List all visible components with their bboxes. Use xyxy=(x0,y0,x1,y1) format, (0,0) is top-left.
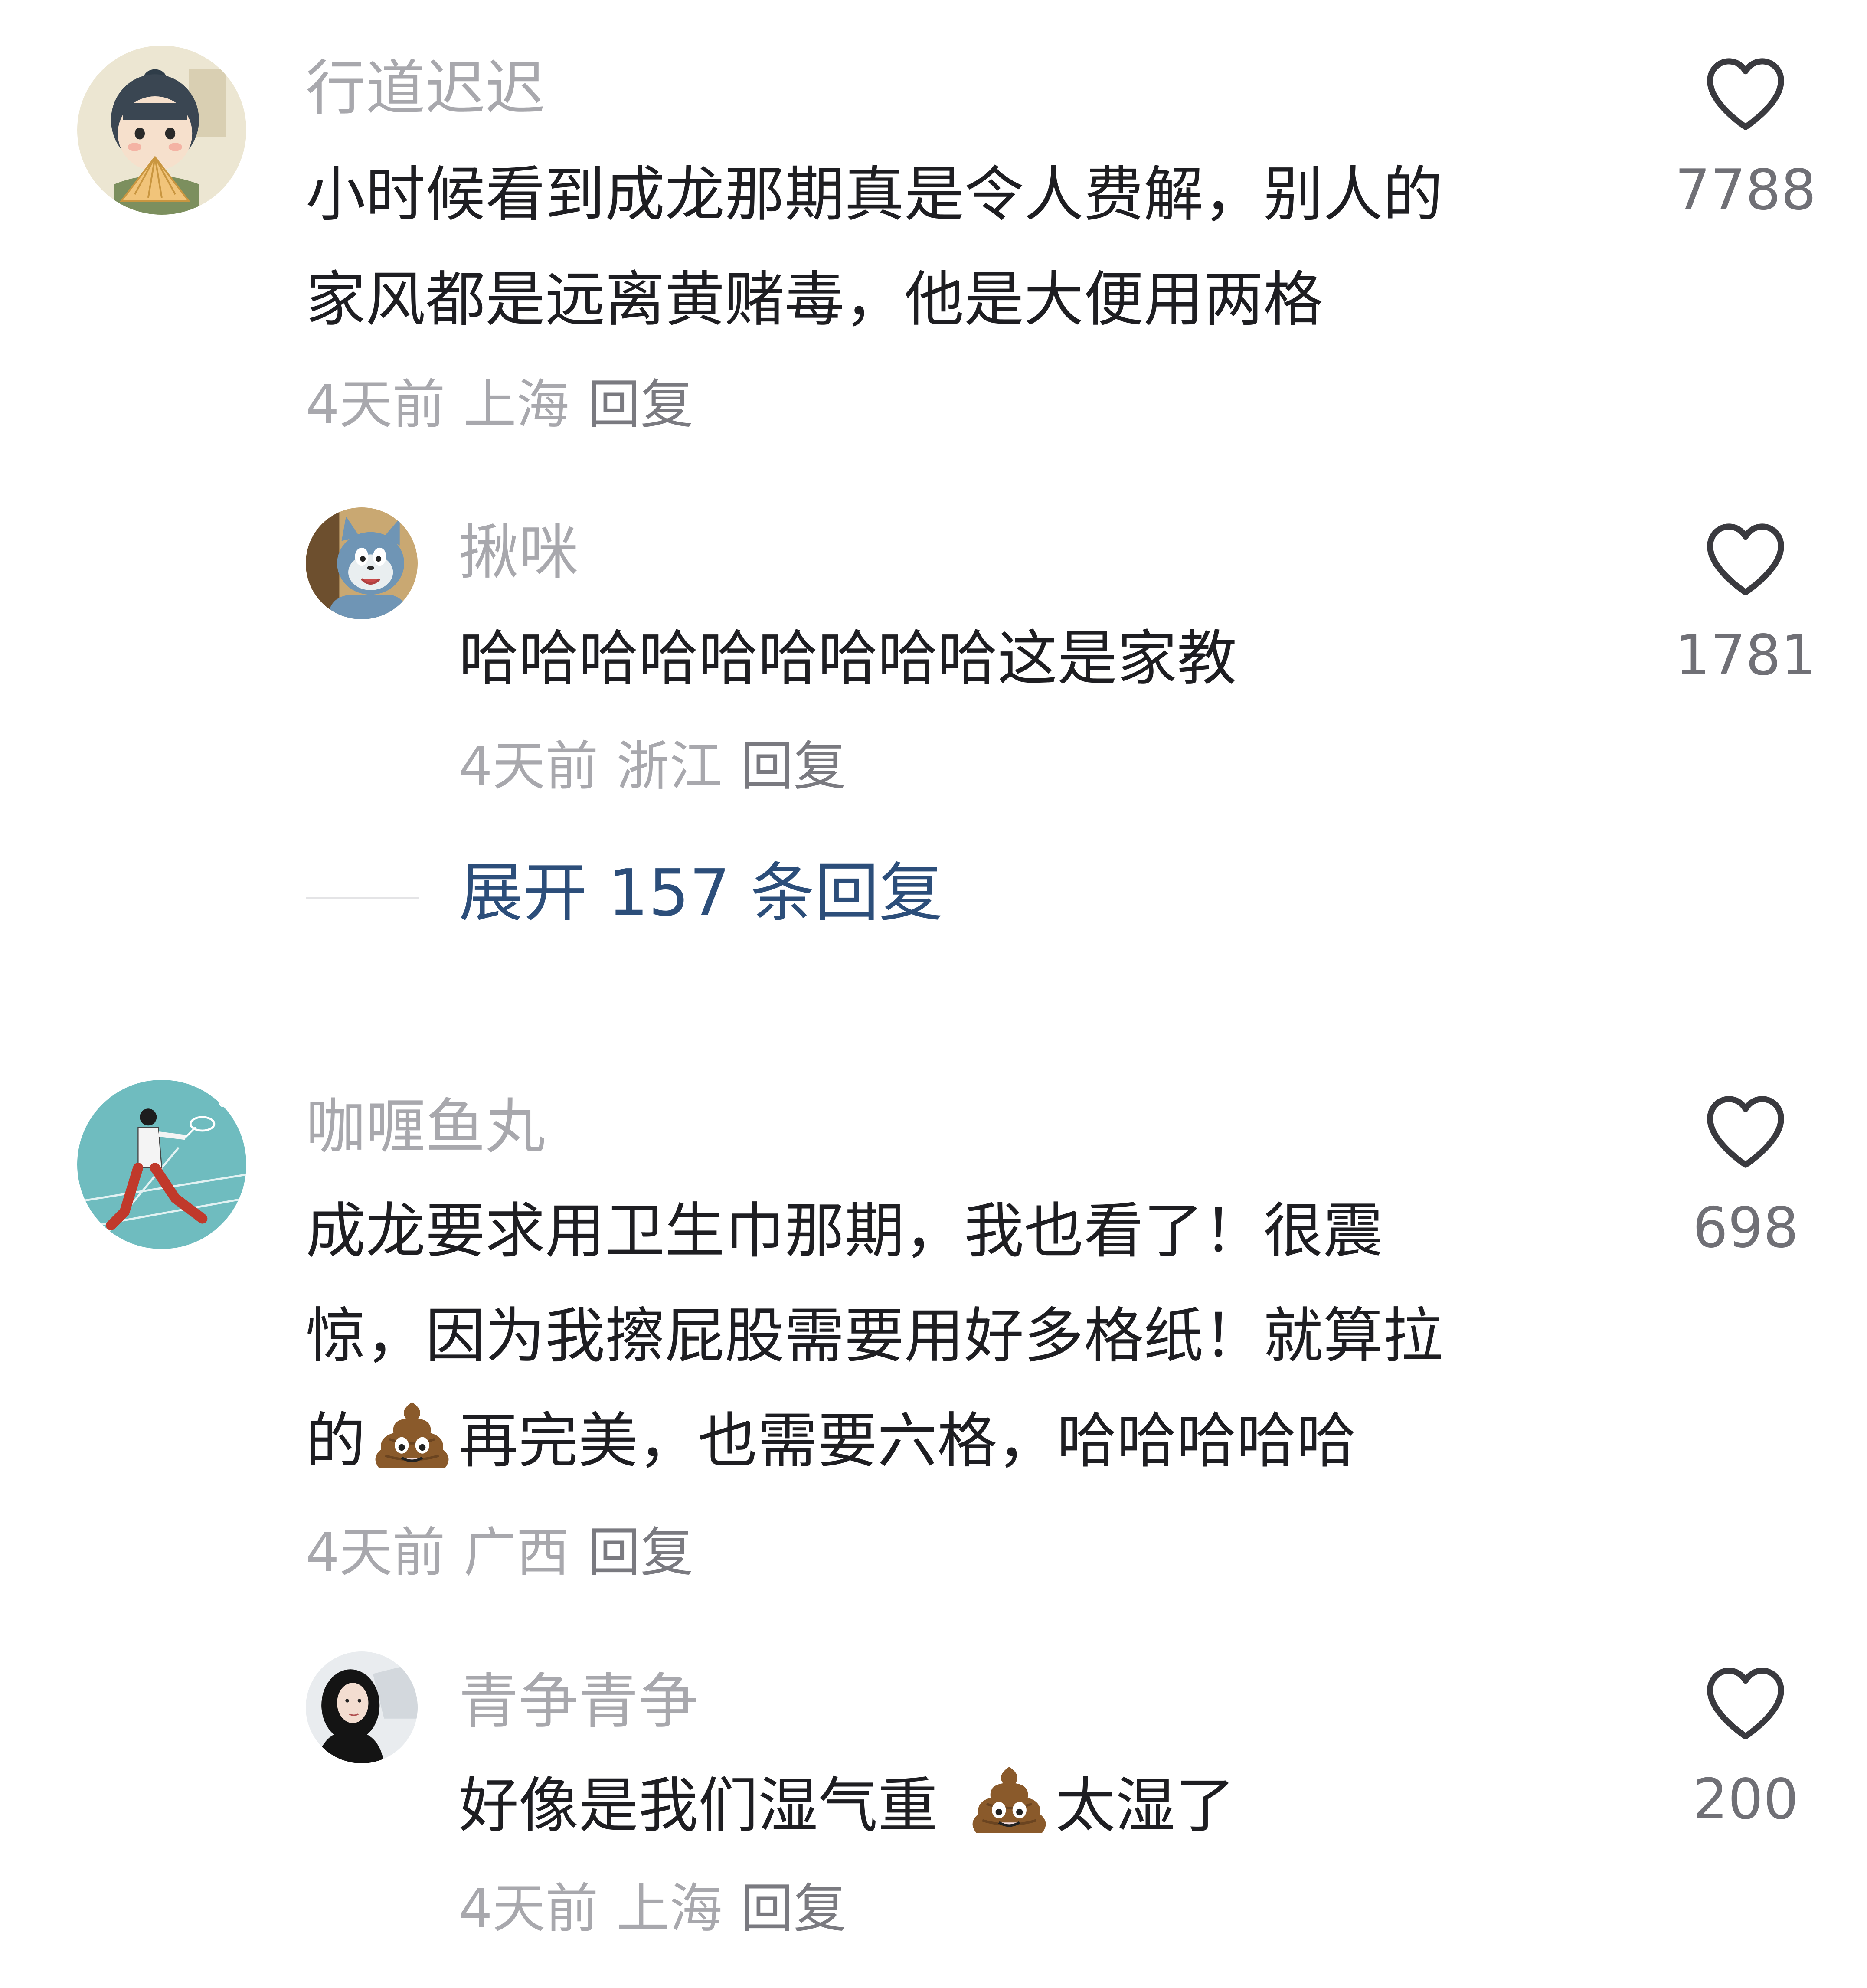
reply-text-line: 哈哈哈哈哈哈哈哈哈这是家教 xyxy=(459,624,1237,693)
expand-divider xyxy=(306,897,419,899)
expand-replies-button[interactable]: 展开 157 条回复 xyxy=(459,861,943,925)
like-count: 698 xyxy=(1692,1196,1799,1260)
comment-location: 上海 xyxy=(463,374,569,435)
heart-outline-icon xyxy=(1707,1096,1784,1168)
cartoon-cat-avatar-icon xyxy=(306,507,418,619)
reply-text: 好像是我们湿气重 太湿了 xyxy=(459,1753,1235,1858)
comment-text-line: 的 再完美，也需要六格，哈哈哈哈哈 xyxy=(306,1389,1443,1494)
comment-meta: 4天前 上海 回复 xyxy=(306,378,693,431)
reply-meta: 4天前 上海 回复 xyxy=(459,1882,847,1935)
comment-text-segment: 的 xyxy=(306,1406,366,1476)
comment-meta: 4天前 广西 回复 xyxy=(306,1526,693,1579)
comment-text-line: 家风都是远离黄赌毒，他是大便用两格 xyxy=(306,265,1324,334)
heart-outline-icon xyxy=(1707,58,1784,130)
reply-button[interactable]: 回复 xyxy=(741,1878,847,1939)
like-count: 200 xyxy=(1692,1767,1799,1832)
like-button[interactable]: 1781 xyxy=(1672,520,1819,683)
comment-text: 小时候看到成龙那期真是令人费解，别人的 家风都是远离黄赌毒，他是大便用两格 xyxy=(306,142,1443,352)
like-button[interactable]: 7788 xyxy=(1672,54,1819,218)
comment-location: 广西 xyxy=(463,1522,569,1583)
reply-text-segment: 太湿了 xyxy=(1056,1771,1236,1841)
comment-text: 成龙要求用卫生巾那期，我也看了！很震 惊，因为我擦屁股需要用好多格纸！就算拉 的… xyxy=(306,1179,1443,1494)
like-button[interactable]: 698 xyxy=(1672,1092,1819,1256)
reply-text-line: 好像是我们湿气重 太湿了 xyxy=(459,1753,1235,1858)
comment-text-segment: 再完美，也需要六格，哈哈哈哈哈 xyxy=(458,1406,1357,1476)
reply-button[interactable]: 回复 xyxy=(588,1522,693,1583)
reply-button[interactable]: 回复 xyxy=(741,736,847,797)
reply-text-segment: 好像是我们湿气重 xyxy=(459,1771,938,1841)
reply-location: 浙江 xyxy=(616,736,723,797)
reply-text: 哈哈哈哈哈哈哈哈哈这是家教 xyxy=(459,606,1237,711)
pile-of-poo-emoji-icon xyxy=(968,1759,1050,1841)
comment-time: 4天前 xyxy=(306,1522,445,1583)
user-avatar[interactable] xyxy=(306,1651,418,1763)
comment-time: 4天前 xyxy=(306,374,445,435)
username[interactable]: 青争青争 xyxy=(459,1672,698,1732)
comment-text-line: 小时候看到成龙那期真是令人费解，别人的 xyxy=(306,160,1443,229)
reply-button[interactable]: 回复 xyxy=(588,374,693,435)
pile-of-poo-emoji-icon xyxy=(371,1394,453,1476)
reply-location: 上海 xyxy=(616,1878,723,1939)
like-button[interactable]: 200 xyxy=(1672,1664,1819,1828)
user-avatar[interactable] xyxy=(306,507,418,619)
comment-text-line: 成龙要求用卫生巾那期，我也看了！很震 xyxy=(306,1196,1383,1266)
heart-outline-icon xyxy=(1707,523,1784,595)
heart-outline-icon xyxy=(1707,1668,1784,1740)
username[interactable]: 行道迟迟 xyxy=(306,59,545,118)
badminton-player-avatar-icon xyxy=(77,1080,246,1249)
like-count: 1781 xyxy=(1675,623,1816,688)
cartoon-person-fan-avatar-icon xyxy=(77,46,246,215)
like-count: 7788 xyxy=(1675,158,1816,222)
user-avatar[interactable] xyxy=(77,1080,246,1249)
woman-portrait-avatar-icon xyxy=(306,1651,418,1763)
comment-text-line: 惊，因为我擦屁股需要用好多格纸！就算拉 xyxy=(306,1301,1443,1371)
username[interactable]: 咖喱鱼丸 xyxy=(306,1097,545,1157)
user-avatar[interactable] xyxy=(77,46,246,215)
reply-time: 4天前 xyxy=(459,736,598,797)
reply-time: 4天前 xyxy=(459,1878,598,1939)
reply-meta: 4天前 浙江 回复 xyxy=(459,740,847,793)
username[interactable]: 揪咪 xyxy=(459,523,579,582)
